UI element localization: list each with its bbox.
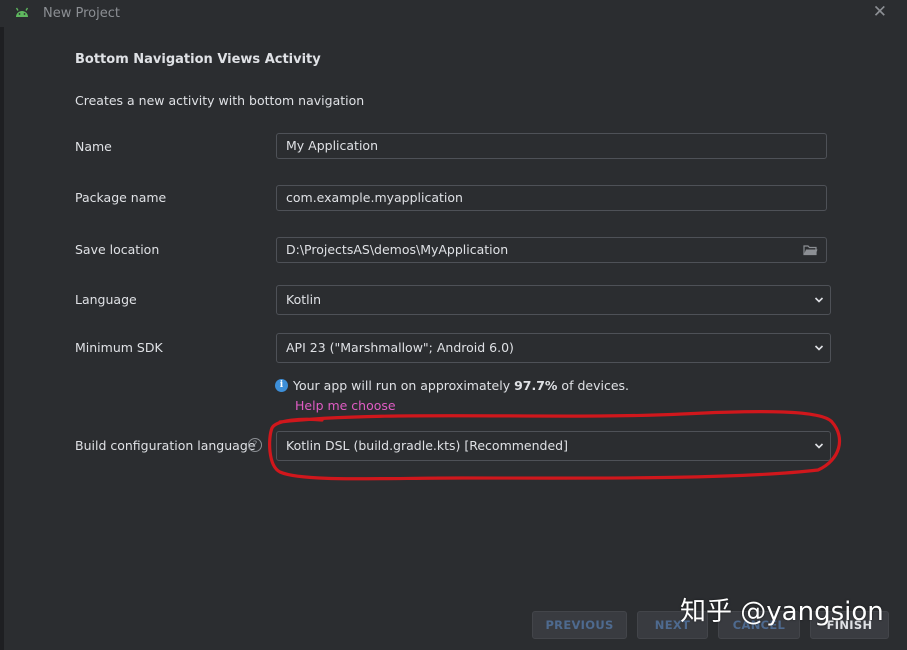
- language-value: Kotlin: [286, 292, 321, 307]
- title-bar: New Project ✕: [0, 0, 907, 27]
- sdk-info-prefix: Your app will run on approximately: [293, 378, 515, 393]
- window-title: New Project: [43, 6, 120, 21]
- folder-icon[interactable]: [803, 244, 818, 256]
- sdk-info-percent: 97.7%: [514, 378, 558, 393]
- save-location-value: D:\ProjectsAS\demos\MyApplication: [286, 242, 509, 257]
- minimum-sdk-value: API 23 ("Marshmallow"; Android 6.0): [286, 340, 514, 355]
- info-icon: i: [275, 379, 288, 392]
- help-me-choose-link[interactable]: Help me choose: [295, 398, 396, 413]
- name-label: Name: [75, 139, 112, 154]
- minimum-sdk-dropdown[interactable]: API 23 ("Marshmallow"; Android 6.0): [276, 333, 831, 363]
- previous-button[interactable]: PREVIOUS: [532, 611, 627, 639]
- minimum-sdk-label: Minimum SDK: [75, 340, 163, 355]
- build-config-value: Kotlin DSL (build.gradle.kts) [Recommend…: [286, 438, 568, 453]
- chevron-down-icon: [814, 297, 824, 303]
- package-name-field[interactable]: com.example.myapplication: [276, 185, 827, 211]
- build-config-label: Build configuration language: [75, 438, 256, 453]
- package-name-label: Package name: [75, 190, 167, 205]
- save-location-label: Save location: [75, 242, 160, 257]
- chevron-down-icon: [814, 443, 824, 449]
- help-question-icon[interactable]: ?: [248, 438, 262, 452]
- chevron-down-icon: [814, 345, 824, 351]
- template-heading: Bottom Navigation Views Activity: [75, 52, 321, 67]
- sdk-info-suffix: of devices.: [557, 378, 629, 393]
- build-config-dropdown[interactable]: Kotlin DSL (build.gradle.kts) [Recommend…: [276, 431, 831, 461]
- language-label: Language: [75, 292, 137, 307]
- close-icon[interactable]: ✕: [873, 4, 887, 21]
- window-edge: [0, 27, 4, 650]
- language-dropdown[interactable]: Kotlin: [276, 285, 831, 315]
- watermark: 知乎 @yangsion: [680, 597, 884, 627]
- android-icon: [15, 7, 29, 17]
- sdk-coverage-info: Your app will run on approximately 97.7%…: [293, 378, 629, 393]
- name-field[interactable]: My Application: [276, 133, 827, 159]
- save-location-field[interactable]: D:\ProjectsAS\demos\MyApplication: [276, 237, 827, 263]
- template-description: Creates a new activity with bottom navig…: [75, 93, 365, 108]
